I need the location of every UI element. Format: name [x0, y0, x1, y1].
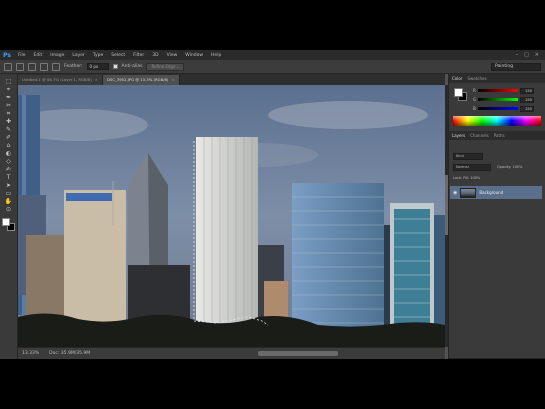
quick-select-tool-icon[interactable]: ✂: [4, 102, 14, 109]
tab-untitled[interactable]: Untitled-1 @ 66.7% (Layer 1, RGB/8) ×: [18, 75, 103, 85]
layer-name: Background: [479, 190, 504, 195]
feather-label: Feather:: [64, 64, 83, 69]
subtract-selection-icon[interactable]: [40, 62, 48, 71]
add-selection-icon[interactable]: [28, 62, 36, 71]
menu-filter[interactable]: Filter: [129, 53, 148, 58]
tab-channels[interactable]: Channels: [470, 133, 489, 138]
stamp-tool-icon[interactable]: ⌂: [4, 142, 14, 149]
tab-layers[interactable]: Layers: [452, 133, 465, 138]
foreground-color-swatch[interactable]: [1, 218, 10, 226]
tab-color[interactable]: Color: [452, 76, 462, 81]
antialias-checkbox[interactable]: [112, 64, 118, 69]
layers-panel-tabs: Layers Channels Paths: [449, 131, 545, 140]
color-swatches[interactable]: [1, 218, 16, 232]
menu-select[interactable]: Select: [107, 53, 129, 58]
healing-tool-icon[interactable]: ✎: [4, 126, 14, 133]
panel-foreground-swatch[interactable]: [454, 88, 463, 97]
layers-panel: Kind Normal Opacity: 100% Lock: Fill: 10…: [449, 140, 545, 359]
document-size: Doc: 35.9M/35.9M: [49, 351, 91, 356]
options-bar: Feather: 0 px Anti-alias Refine Edge... …: [0, 60, 545, 74]
menu-edit[interactable]: Edit: [30, 53, 47, 58]
green-slider-row: G 255: [473, 96, 541, 103]
menu-window[interactable]: Window: [181, 53, 207, 58]
blue-slider[interactable]: [478, 107, 518, 110]
red-slider[interactable]: [478, 89, 518, 92]
document-tabs: Untitled-1 @ 66.7% (Layer 1, RGB/8) × DSC…: [18, 74, 445, 85]
menu-help[interactable]: Help: [207, 53, 225, 58]
photoshop-window: Ps File Edit Image Layer Type Select Fil…: [0, 50, 545, 359]
tab-dsc[interactable]: DSC_3952.JPG @ 13.3% (RGB/8) ×: [102, 75, 180, 85]
feather-input[interactable]: 0 px: [86, 63, 109, 70]
window-controls: – □ ×: [516, 52, 545, 58]
eraser-tool-icon[interactable]: ◇: [4, 158, 14, 165]
layer-row-background[interactable]: ◉ Background: [450, 186, 542, 199]
close-icon[interactable]: ×: [535, 52, 539, 58]
visibility-eye-icon[interactable]: ◉: [453, 190, 457, 196]
crop-tool-icon[interactable]: ⌗: [4, 110, 14, 117]
layers-footer: [449, 358, 545, 359]
horizontal-scroll-thumb[interactable]: [258, 351, 338, 356]
red-label: R: [473, 88, 476, 93]
tools-panel: ⬚ ⌖ ✒ ✂ ⌗ ✚ ✎ ✐ ⌂ ◐ ◇ ✍ T ➤ ▭ ✋ ⊙: [0, 74, 18, 359]
tab-close-icon[interactable]: ×: [171, 77, 174, 82]
menu-type[interactable]: Type: [89, 53, 107, 58]
shape-tool-icon[interactable]: ▭: [4, 190, 14, 197]
history-brush-tool-icon[interactable]: ◐: [4, 150, 14, 157]
type-tool-icon[interactable]: T: [4, 174, 14, 181]
zoom-tool-icon[interactable]: ⊙: [4, 206, 14, 213]
pen-tool-icon[interactable]: ✍: [4, 166, 14, 173]
color-panel: R 255 G 255 B 255: [449, 83, 545, 131]
blue-slider-row: B 255: [473, 105, 541, 112]
maximize-icon[interactable]: □: [524, 52, 529, 58]
opacity-field[interactable]: Opacity: 100%: [497, 164, 541, 171]
status-bar: 13.33% Doc: 35.9M/35.9M: [18, 347, 445, 359]
menu-image[interactable]: Image: [46, 53, 68, 58]
marquee-tool-icon[interactable]: ⌖: [4, 86, 14, 93]
color-panel-tabs: Color Swatches: [449, 74, 545, 83]
red-slider-row: R 255: [473, 87, 541, 94]
tab-swatches[interactable]: Swatches: [467, 76, 486, 81]
skyline-photo: [18, 85, 445, 347]
intersect-selection-icon[interactable]: [52, 62, 60, 71]
lasso-preset-icon[interactable]: [4, 62, 12, 71]
menu-file[interactable]: File: [14, 53, 30, 58]
tab-paths[interactable]: Paths: [494, 133, 505, 138]
green-slider[interactable]: [478, 98, 518, 101]
photoshop-logo-icon: Ps: [3, 51, 11, 59]
menu-3d[interactable]: 3D: [148, 53, 162, 58]
new-selection-icon[interactable]: [16, 62, 24, 71]
menu-bar: Ps File Edit Image Layer Type Select Fil…: [0, 50, 545, 60]
layer-thumbnail: [460, 187, 477, 198]
tab-close-icon[interactable]: ×: [95, 77, 98, 82]
zoom-level[interactable]: 13.33%: [22, 351, 39, 356]
tab-label: DSC_3952.JPG @ 13.3% (RGB/8): [106, 77, 169, 82]
lasso-tool-icon[interactable]: ✒: [4, 94, 14, 101]
lock-fill-row[interactable]: Lock: Fill: 100%: [453, 175, 541, 182]
hand-tool-icon[interactable]: ✋: [4, 198, 14, 205]
green-label: G: [473, 97, 477, 102]
blue-value[interactable]: 255: [520, 105, 534, 112]
workspace-select[interactable]: Painting: [491, 63, 541, 71]
brush-tool-icon[interactable]: ✐: [4, 134, 14, 141]
move-tool-icon[interactable]: ⬚: [4, 78, 14, 85]
eyedropper-tool-icon[interactable]: ✚: [4, 118, 14, 125]
refine-edge-button[interactable]: Refine Edge...: [146, 62, 185, 71]
green-value[interactable]: 255: [520, 96, 534, 103]
menu-view[interactable]: View: [163, 53, 182, 58]
document-canvas[interactable]: [18, 85, 445, 347]
blue-label: B: [473, 106, 476, 111]
blend-mode-select[interactable]: Normal: [453, 164, 491, 171]
menu-layer[interactable]: Layer: [68, 53, 89, 58]
layer-kind-filter[interactable]: Kind: [453, 153, 483, 160]
red-value[interactable]: 255: [520, 87, 534, 94]
path-select-tool-icon[interactable]: ➤: [4, 182, 14, 189]
antialias-label: Anti-alias: [121, 64, 143, 69]
tab-label: Untitled-1 @ 66.7% (Layer 1, RGB/8): [22, 77, 92, 82]
right-panels: Color Swatches R 255 G 255 B 255 Layers …: [448, 74, 545, 359]
color-spectrum[interactable]: [453, 116, 541, 126]
minimize-icon[interactable]: –: [516, 52, 519, 58]
